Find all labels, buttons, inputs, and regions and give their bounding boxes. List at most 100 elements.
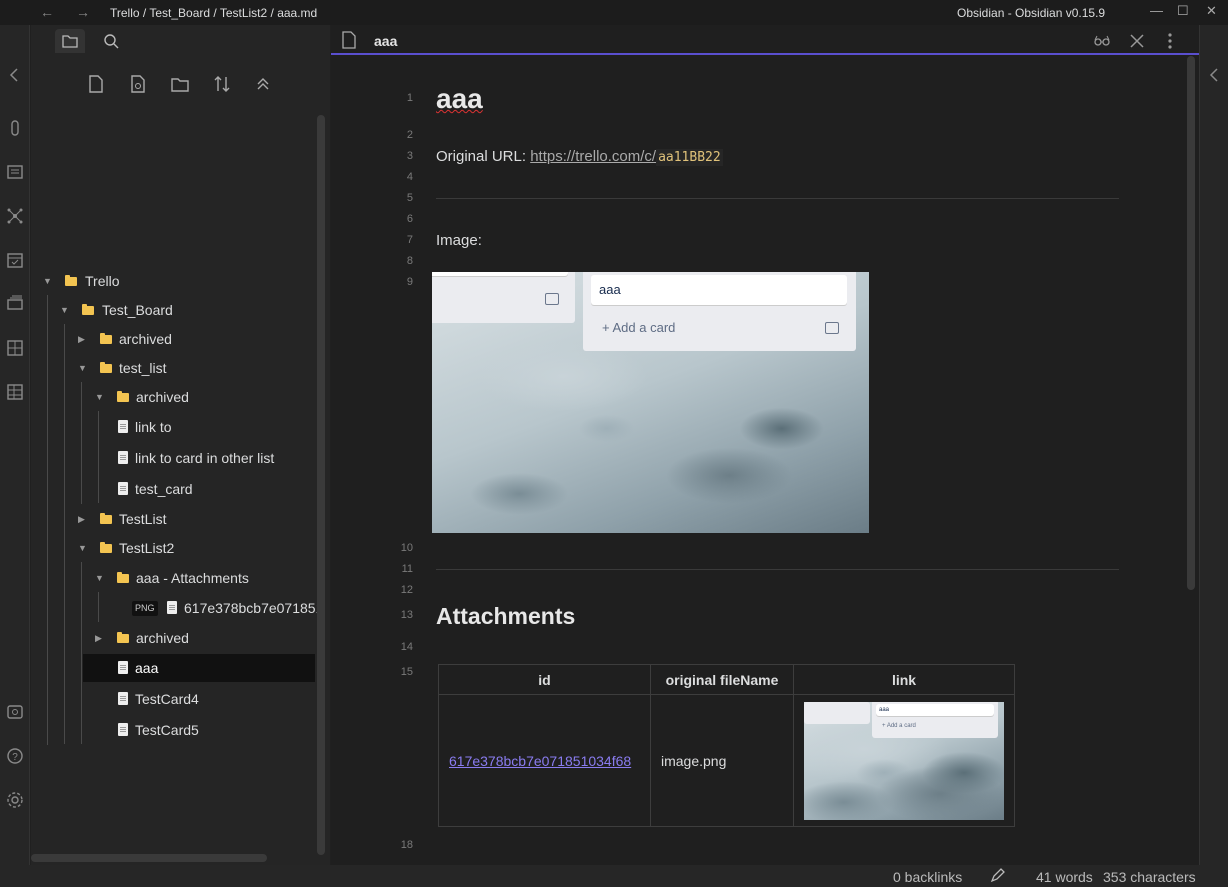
line-number: 1 <box>406 92 413 104</box>
slides-icon[interactable] <box>5 294 25 314</box>
url-code: aa11BB22 <box>656 149 723 166</box>
image-label[interactable]: Image: <box>436 232 482 249</box>
search-icon <box>104 34 119 49</box>
file-icon <box>118 661 128 674</box>
maximize-icon[interactable]: ☐ <box>1177 3 1189 19</box>
help-icon[interactable]: ? <box>5 746 25 766</box>
folder-icon <box>65 275 77 286</box>
file-icon <box>118 482 128 495</box>
sidebar-scrollbar[interactable] <box>317 115 325 855</box>
window-title: Obsidian - Obsidian v0.15.9 <box>957 6 1106 20</box>
sidebar-horizontal-scrollbar[interactable] <box>31 854 267 862</box>
title-bar: ← → Trello / Test_Board / TestList2 / aa… <box>0 0 1228 25</box>
tree-guide <box>64 324 65 744</box>
caret-down-icon[interactable]: ▼ <box>43 267 52 295</box>
caret-down-icon[interactable]: ▼ <box>60 296 69 324</box>
divider <box>436 198 1119 199</box>
caret-right-icon[interactable]: ▶ <box>95 624 102 652</box>
caret-right-icon[interactable]: ▶ <box>78 325 85 353</box>
url-link[interactable]: https://trello.com/c/ <box>530 148 656 165</box>
files-tab[interactable] <box>55 29 85 53</box>
collapse-right-icon[interactable] <box>1205 65 1225 85</box>
table-row: 617e378bcb7e071851034f68 image.png aaa +… <box>438 694 1015 827</box>
attachment-id-link[interactable]: 617e378bcb7e071851034f68 <box>449 753 631 769</box>
tree-guide <box>81 562 82 744</box>
status-bar: 0 backlinks 41 words 353 characters <box>0 865 1228 887</box>
tree-guide <box>47 295 48 745</box>
minimize-icon[interactable]: — <box>1150 3 1163 18</box>
right-ribbon <box>1199 25 1228 865</box>
settings-icon[interactable] <box>5 790 25 810</box>
folder-icon <box>100 542 112 553</box>
file-icon <box>167 601 177 614</box>
edit-mode-icon[interactable] <box>990 867 1006 883</box>
folder-icon <box>117 391 129 402</box>
line-number: 4 <box>406 171 413 183</box>
caret-down-icon[interactable]: ▼ <box>78 534 87 562</box>
line-number: 3 <box>406 150 413 162</box>
table-cell-link: aaa + Add a card <box>793 694 1015 827</box>
new-folder-icon[interactable] <box>169 73 193 97</box>
bookmark-icon[interactable] <box>5 118 25 138</box>
file-icon <box>118 692 128 705</box>
character-count: 353 characters <box>1103 869 1196 885</box>
tree-guide <box>98 592 99 622</box>
card-template-icon <box>545 293 559 305</box>
reading-view-icon[interactable] <box>1092 31 1112 51</box>
trello-list-panel <box>804 701 870 724</box>
file-icon <box>118 723 128 736</box>
editor-scrollbar[interactable] <box>1187 56 1195 590</box>
tree-guide <box>81 382 82 504</box>
folder-icon <box>100 333 112 344</box>
svg-text:?: ? <box>12 752 18 763</box>
divider <box>436 569 1119 570</box>
tab-title: aaa <box>374 33 398 49</box>
attachments-table: id original fileName link 617e378bcb7e07… <box>438 664 1015 827</box>
left-ribbon: ? <box>0 25 30 865</box>
collapse-all-icon[interactable] <box>252 73 276 97</box>
kanban-icon[interactable] <box>5 338 25 358</box>
line-number: 6 <box>406 213 413 225</box>
sort-icon[interactable] <box>211 73 235 97</box>
attachment-thumbnail[interactable]: aaa + Add a card <box>804 701 1004 820</box>
close-tab-icon[interactable] <box>1127 31 1147 51</box>
caret-down-icon[interactable]: ▼ <box>95 564 104 592</box>
attachments-heading[interactable]: Attachments <box>436 603 575 630</box>
collapse-left-icon[interactable] <box>5 65 25 85</box>
original-url-line[interactable]: Original URL: https://trello.com/c/aa11B… <box>436 148 723 166</box>
line-number: 12 <box>400 584 413 596</box>
vault-icon[interactable] <box>5 702 25 722</box>
close-window-icon[interactable]: ✕ <box>1206 3 1217 19</box>
calendar-icon[interactable] <box>5 250 25 270</box>
trello-card: aaa <box>591 275 847 305</box>
table-header-filename: original fileName <box>650 664 794 695</box>
search-tab[interactable] <box>96 29 126 53</box>
line-number: 7 <box>406 234 413 246</box>
caret-down-icon[interactable]: ▼ <box>78 354 87 382</box>
folder-icon <box>82 304 94 315</box>
trello-card: aaa <box>876 703 994 716</box>
add-card-button: + Add a card <box>602 320 676 335</box>
back-arrow-icon[interactable]: ← <box>40 4 54 20</box>
table-icon[interactable] <box>5 382 25 402</box>
caret-right-icon[interactable]: ▶ <box>78 505 85 533</box>
switcher-icon[interactable] <box>5 162 25 182</box>
table-cell-filename: image.png <box>650 694 794 827</box>
sidebar-tabs <box>31 25 330 53</box>
new-note-icon[interactable] <box>85 73 109 97</box>
forward-arrow-icon[interactable]: → <box>76 4 90 20</box>
line-number: 8 <box>406 255 413 267</box>
more-options-icon[interactable] <box>1160 31 1180 51</box>
graph-view-icon[interactable] <box>5 206 25 226</box>
line-number: 10 <box>400 542 413 554</box>
add-card-button: + Add a card <box>882 722 916 729</box>
folder-icon <box>117 572 129 583</box>
line-number: 14 <box>400 641 413 653</box>
backlinks-count[interactable]: 0 backlinks <box>893 869 962 885</box>
caret-down-icon[interactable]: ▼ <box>95 383 104 411</box>
folder-icon <box>117 632 129 643</box>
page-heading[interactable]: aaa <box>436 83 483 115</box>
folder-icon <box>100 513 112 524</box>
embedded-image[interactable]: aaa + Add a card <box>432 272 869 533</box>
new-drawing-icon[interactable] <box>127 73 151 97</box>
